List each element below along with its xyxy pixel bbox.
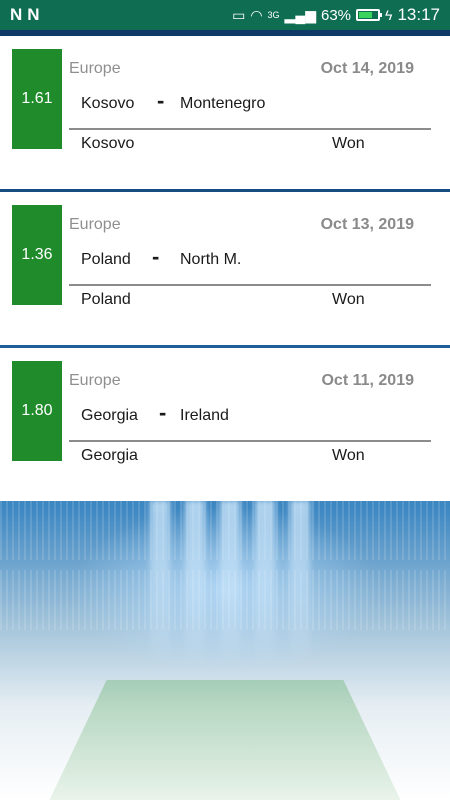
- home-team: Poland: [81, 251, 131, 268]
- home-team: Kosovo: [81, 95, 135, 112]
- result-status: Won: [332, 447, 365, 464]
- versus-separator: -: [159, 400, 167, 425]
- match-region: Europe: [69, 216, 121, 233]
- divider: [69, 128, 431, 130]
- app-notification-icon: N: [27, 5, 39, 24]
- clock: 13:17: [397, 5, 440, 24]
- app-notification-icon: N: [10, 5, 22, 24]
- match-date: Oct 11, 2019: [321, 372, 414, 389]
- predicted-winner: Kosovo: [81, 135, 135, 152]
- battery-icon: [356, 9, 383, 21]
- odds-badge: 1.61: [12, 49, 62, 149]
- charging-icon: ϟ: [385, 7, 393, 23]
- away-team: North M.: [180, 251, 242, 268]
- match-card[interactable]: 1.61 Europe Oct 14, 2019 Kosovo - Monten…: [0, 36, 450, 189]
- predicted-winner: Poland: [81, 291, 131, 308]
- notification-icons: N N: [10, 5, 40, 25]
- result-status: Won: [332, 291, 365, 308]
- match-date: Oct 14, 2019: [320, 60, 414, 77]
- match-region: Europe: [69, 372, 121, 389]
- signal-icon: ▂▄▆: [284, 7, 316, 23]
- away-team: Ireland: [180, 407, 229, 424]
- versus-separator: -: [157, 88, 165, 113]
- divider: [69, 284, 431, 286]
- match-card[interactable]: 1.80 Europe Oct 11, 2019 Georgia - Irela…: [0, 348, 450, 501]
- wifi-icon: ◠: [250, 7, 263, 23]
- odds-badge: 1.80: [12, 361, 62, 461]
- home-team: Georgia: [81, 407, 138, 424]
- versus-separator: -: [152, 244, 160, 269]
- predicted-winner: Georgia: [81, 447, 138, 464]
- match-region: Europe: [69, 60, 121, 77]
- network-type: 3G: [267, 9, 280, 20]
- match-date: Oct 13, 2019: [320, 216, 414, 233]
- odds-badge: 1.36: [12, 205, 62, 305]
- match-card[interactable]: 1.36 Europe Oct 13, 2019 Poland - North …: [0, 192, 450, 345]
- cast-icon: ▭: [232, 7, 246, 23]
- battery-percent: 63%: [321, 6, 352, 24]
- divider: [69, 440, 431, 442]
- away-team: Montenegro: [180, 95, 266, 112]
- result-status: Won: [332, 135, 365, 152]
- status-bar: N N ▭ ◠ 3G ▂▄▆ 63% ϟ 13:17: [0, 0, 450, 30]
